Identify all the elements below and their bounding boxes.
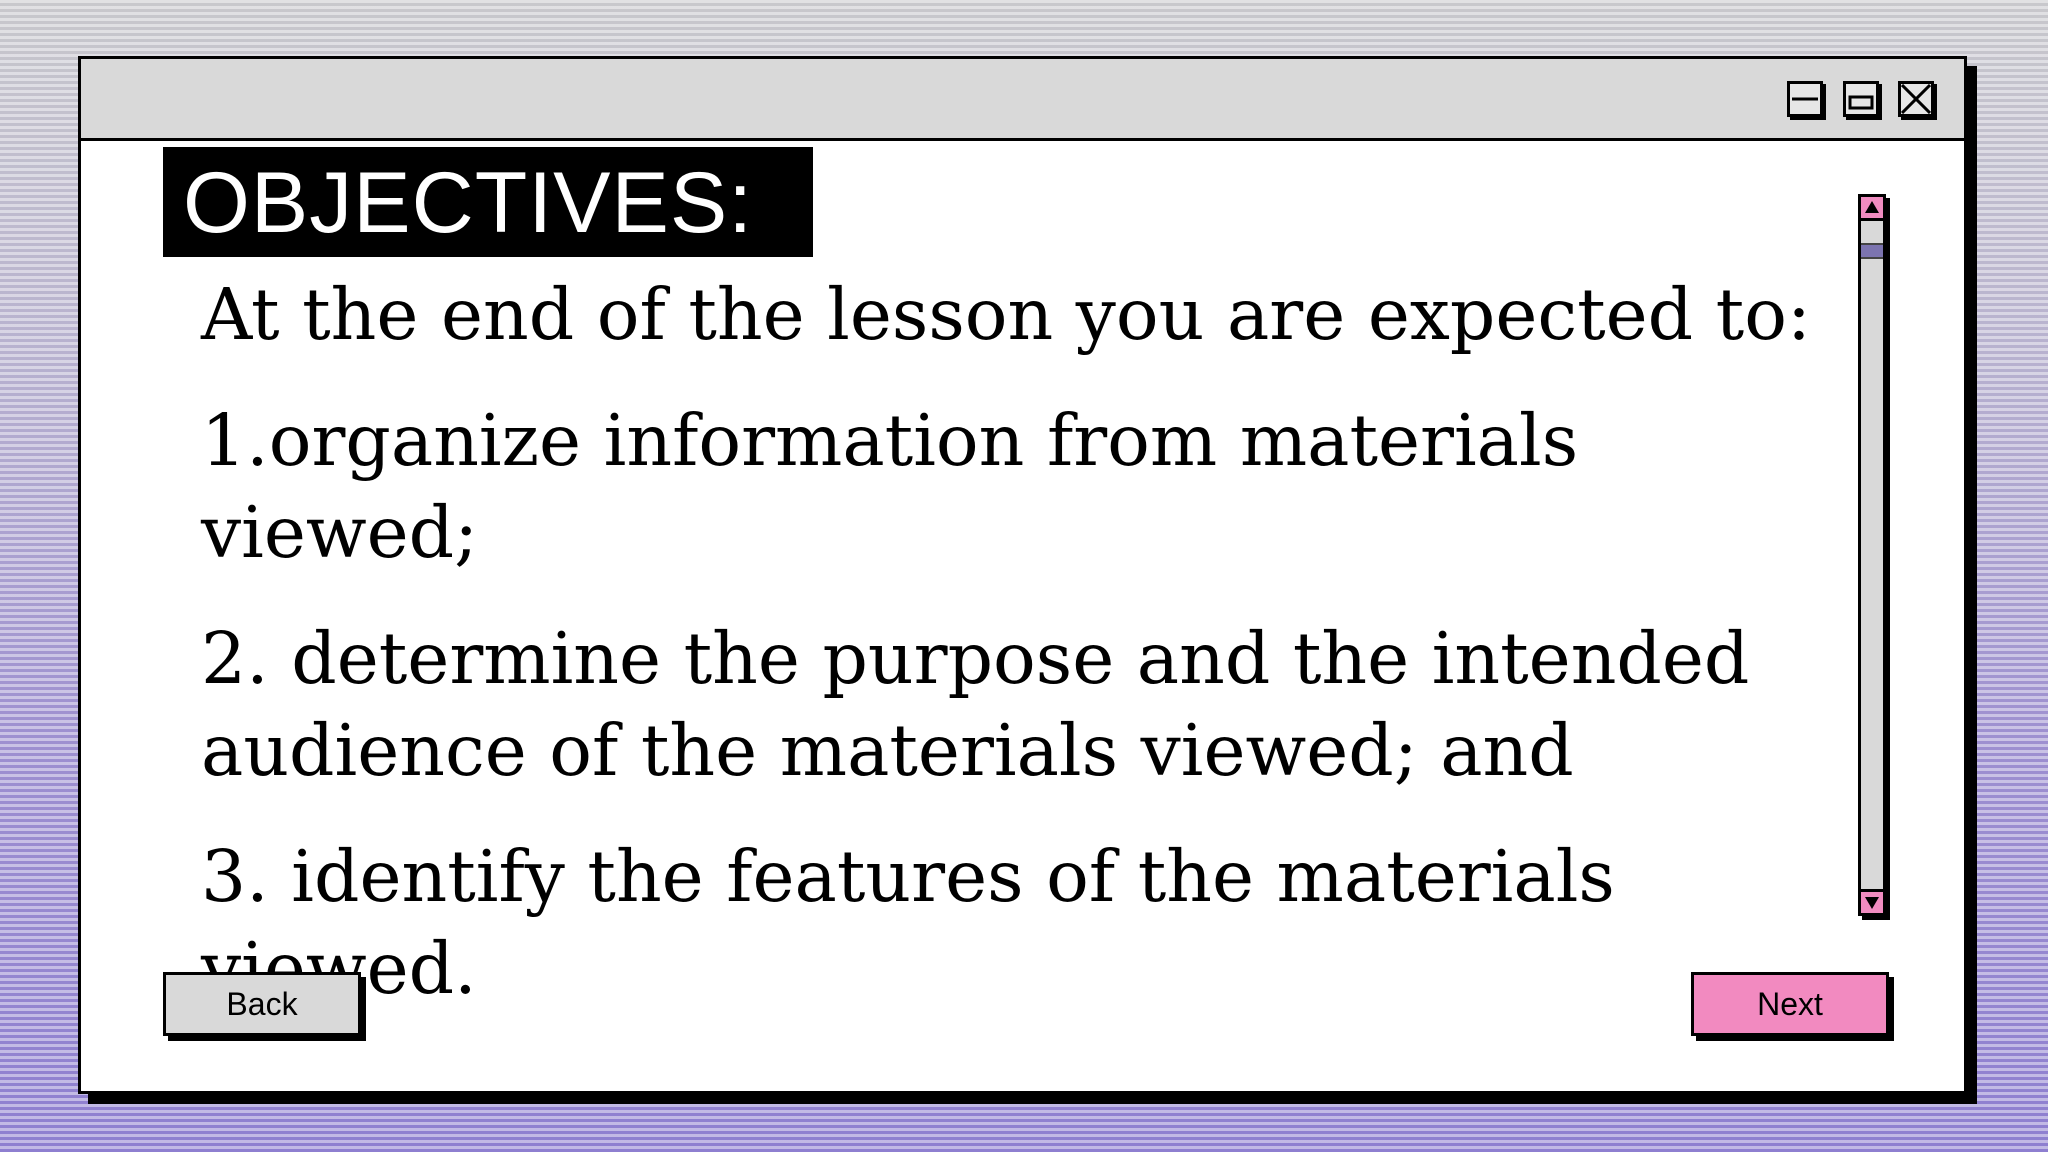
minimize-button[interactable] [1787, 81, 1823, 117]
scroll-thumb[interactable] [1861, 243, 1883, 259]
objective-item-3: 3. identify the features of the material… [201, 835, 1615, 1010]
maximize-icon [1848, 95, 1874, 110]
next-button[interactable]: Next [1691, 972, 1889, 1036]
heading-banner: OBJECTIVES: [163, 147, 813, 257]
close-button[interactable] [1898, 81, 1934, 117]
objectives-content: At the end of the lesson you are expecte… [201, 269, 1841, 1049]
arrow-down-icon [1865, 897, 1879, 909]
intro-text: At the end of the lesson you are expecte… [201, 273, 1811, 356]
vertical-scrollbar[interactable] [1858, 194, 1886, 916]
page-title: OBJECTIVES: [183, 155, 754, 251]
maximize-button[interactable] [1843, 81, 1879, 117]
scroll-down-button[interactable] [1861, 889, 1883, 913]
app-window: OBJECTIVES: At the end of the lesson you… [78, 56, 1967, 1094]
objective-item-1: 1.organize information from materials vi… [201, 399, 1579, 574]
title-bar [81, 59, 1964, 141]
scroll-up-button[interactable] [1861, 197, 1883, 221]
close-icon [1901, 84, 1931, 114]
arrow-up-icon [1865, 201, 1879, 213]
objective-item-2: 2. determine the purpose and the intende… [201, 617, 1750, 792]
back-button[interactable]: Back [163, 972, 361, 1036]
minimize-icon [1792, 97, 1818, 101]
